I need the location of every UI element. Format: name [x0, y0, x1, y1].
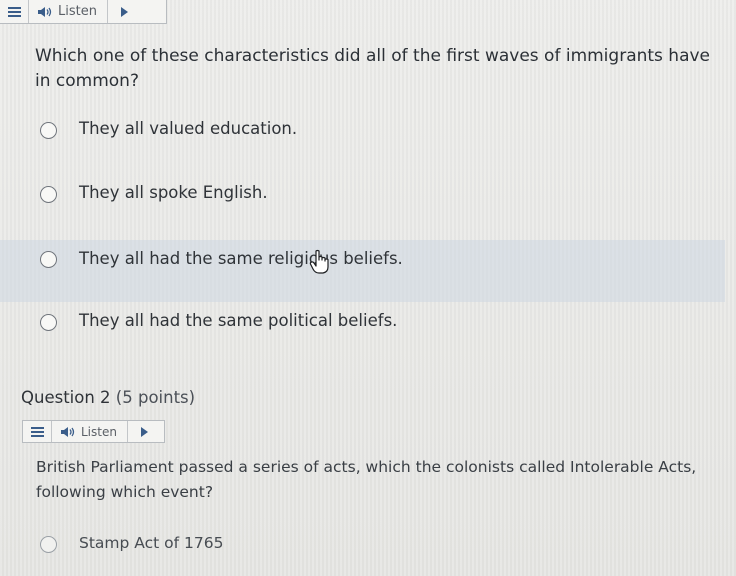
- speaker-icon: [38, 6, 52, 17]
- answer-option-2[interactable]: They all spoke English.: [0, 164, 725, 226]
- radio-button[interactable]: [40, 251, 57, 268]
- answer-option-label: They all valued education.: [79, 119, 298, 138]
- listen-label: Listen: [58, 4, 97, 19]
- answer-option-label: They all had the same political beliefs.: [79, 311, 398, 330]
- menu-button[interactable]: [0, 0, 29, 23]
- play-button[interactable]: [108, 0, 142, 23]
- radio-button[interactable]: [40, 536, 57, 553]
- answer-option-label: They all spoke English.: [79, 183, 268, 202]
- play-button[interactable]: [128, 421, 162, 442]
- question-1-text: Which one of these characteristics did a…: [35, 46, 711, 91]
- radio-button[interactable]: [40, 314, 57, 331]
- answer-option-label: They all had the same religious beliefs.: [79, 249, 403, 268]
- answer-option-label: Stamp Act of 1765: [79, 534, 224, 552]
- answer-option-4[interactable]: They all had the same political beliefs.: [0, 292, 725, 354]
- listen-button[interactable]: Listen: [52, 421, 128, 442]
- hand-cursor-icon: [309, 249, 329, 274]
- question-number: Question 2: [21, 388, 111, 407]
- q2-answer-option-1[interactable]: Stamp Act of 1765: [0, 515, 725, 575]
- question-points: (5 points): [115, 388, 196, 407]
- radio-button[interactable]: [40, 122, 57, 139]
- radio-button[interactable]: [40, 186, 57, 203]
- hamburger-icon: [7, 6, 21, 17]
- listen-toolbar: Listen: [0, 0, 167, 24]
- quiz-page: Listen Which one of these characteristic…: [0, 0, 736, 576]
- listen-toolbar: Listen: [22, 420, 165, 443]
- answer-option-1[interactable]: They all valued education.: [0, 100, 725, 162]
- question-2-text: British Parliament passed a series of ac…: [36, 458, 697, 501]
- menu-button[interactable]: [23, 421, 52, 442]
- listen-label: Listen: [81, 424, 117, 439]
- hamburger-icon: [30, 426, 44, 437]
- question-2-header: Question 2 (5 points): [21, 388, 195, 407]
- listen-button[interactable]: Listen: [29, 0, 108, 23]
- play-icon: [121, 6, 129, 17]
- speaker-icon: [61, 426, 75, 437]
- play-icon: [141, 426, 149, 437]
